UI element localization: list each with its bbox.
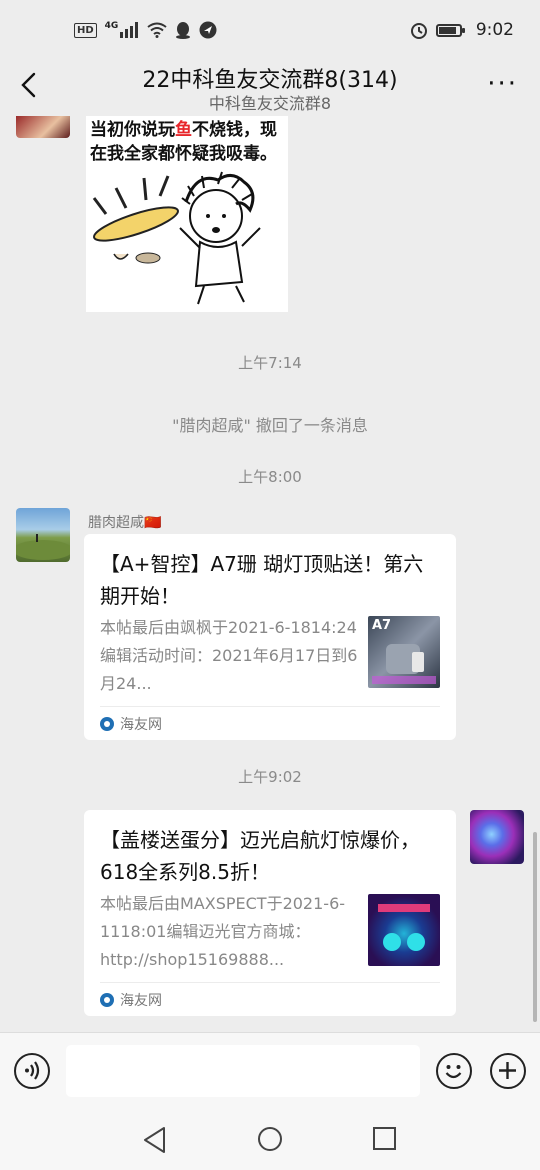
- avatar[interactable]: [16, 116, 70, 138]
- link-card[interactable]: 【盖楼送蛋分】迈光启航灯惊爆价，618全系列8.5折！ 本帖最后由MAXSPEC…: [84, 810, 456, 1016]
- card-thumbnail: [368, 894, 440, 966]
- card-source: 海友网: [100, 990, 162, 1010]
- status-bar: HD 4G 9:02: [0, 0, 540, 60]
- plus-icon: [499, 1062, 516, 1079]
- battery-icon: [435, 23, 465, 37]
- link-card[interactable]: 【A+智控】A7珊 瑚灯顶贴送！第六期开始！ 本帖最后由飒枫于2021-6-18…: [84, 534, 456, 740]
- thumbnail-label: A7: [372, 618, 392, 633]
- nav-home-icon[interactable]: [257, 1126, 283, 1152]
- scrollbar[interactable]: [533, 832, 537, 1022]
- card-divider: [100, 706, 440, 707]
- recall-notice: "腊肉超咸" 撤回了一条消息: [172, 416, 368, 435]
- alarm-icon: [410, 23, 427, 39]
- qq-icon: [176, 22, 191, 39]
- network-type: 4G: [104, 21, 119, 31]
- navigation-icon: [199, 21, 217, 39]
- emoji-icon: [445, 1065, 462, 1079]
- system-nav-bar: [0, 1112, 540, 1170]
- signal-icon: 4G: [105, 22, 140, 38]
- source-label: 海友网: [120, 993, 162, 1009]
- chat-subtitle: 中科鱼友交流群8: [208, 94, 332, 113]
- card-title: 【A+智控】A7珊 瑚灯顶贴送！第六期开始！: [100, 552, 424, 608]
- voice-icon: [25, 1061, 40, 1080]
- sticker-image[interactable]: 当初你说玩鱼不烧钱，现 在我全家都怀疑我吸毒。: [86, 116, 288, 312]
- nav-recents-icon[interactable]: [372, 1126, 398, 1152]
- wifi-icon: [147, 22, 167, 38]
- card-divider: [100, 982, 440, 983]
- avatar[interactable]: [16, 508, 70, 562]
- card-thumbnail: A7: [368, 616, 440, 688]
- more-functions-button[interactable]: [490, 1053, 526, 1089]
- timestamp: 上午9:02: [238, 768, 302, 786]
- sticker-drawing: [92, 171, 261, 305]
- status-time: 9:02: [475, 20, 514, 40]
- card-source: 海友网: [100, 714, 162, 734]
- timestamp: 上午7:14: [238, 354, 302, 372]
- timestamp: 上午8:00: [238, 468, 302, 486]
- chat-header: 22中科鱼友交流群8(314) 中科鱼友交流群8 ···: [0, 60, 540, 116]
- card-title: 【盖楼送蛋分】迈光启航灯惊爆价，618全系列8.5折！: [100, 828, 420, 884]
- input-bar: [0, 1032, 540, 1113]
- emoji-button[interactable]: [436, 1053, 472, 1089]
- nav-back-icon[interactable]: [142, 1126, 168, 1154]
- chat-area[interactable]: 当初你说玩鱼不烧钱，现 在我全家都怀疑我吸毒。 上午7:14 "腊肉超咸" 撤回…: [0, 116, 540, 1032]
- card-description: 本帖最后由飒枫于2021-6-1814:24编辑活动时间：2021年6月17日到…: [100, 618, 358, 693]
- more-options-icon[interactable]: ···: [487, 71, 518, 97]
- voice-input-button[interactable]: [14, 1053, 50, 1089]
- card-description: 本帖最后由MAXSPECT于2021-6-1118:01编辑迈光官方商城：htt…: [100, 894, 346, 969]
- message-input[interactable]: [66, 1045, 420, 1097]
- source-icon: [100, 717, 114, 731]
- source-icon: [100, 993, 114, 1007]
- source-label: 海友网: [120, 717, 162, 733]
- hd-icon: HD: [74, 22, 97, 38]
- sender-name: 腊肉超咸🇨🇳: [88, 515, 162, 531]
- avatar[interactable]: [470, 810, 524, 864]
